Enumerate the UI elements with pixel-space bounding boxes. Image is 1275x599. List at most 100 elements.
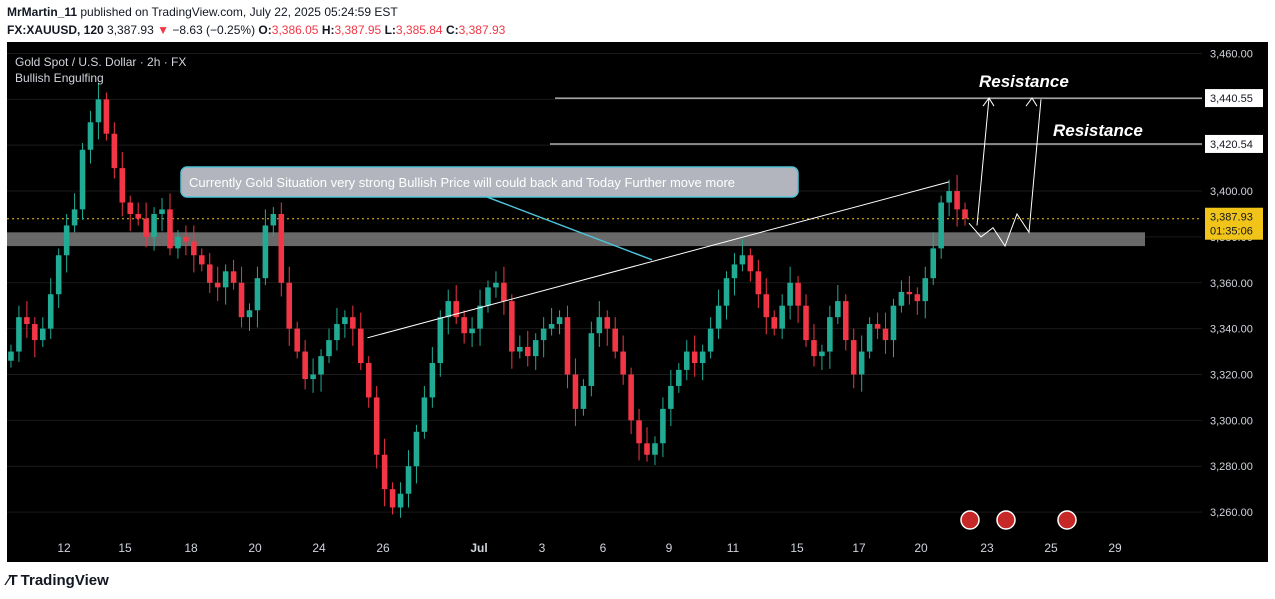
candle-body [87, 122, 94, 150]
candle-body [683, 351, 690, 370]
candle-body [206, 264, 213, 283]
candle-body [755, 271, 762, 295]
y-tick-label: 3,400.00 [1210, 186, 1253, 198]
candle-body [763, 294, 770, 318]
candle-body [691, 351, 698, 364]
y-tick-label: 3,300.00 [1210, 415, 1253, 427]
candle-body [222, 271, 229, 288]
us-flag-event-icon[interactable] [1057, 510, 1077, 530]
candle-body [381, 454, 388, 490]
candle-body [461, 317, 467, 334]
candle-body [358, 328, 364, 364]
candle-body [874, 324, 881, 329]
candle-body [922, 278, 929, 302]
tradingview-logo[interactable]: ⁄T TradingView [7, 572, 109, 589]
candle-body [890, 305, 897, 341]
resistance-price-label: 3,440.55 [1210, 93, 1253, 105]
countdown-label: 01:35:06 [1210, 226, 1253, 238]
candle-body [644, 443, 650, 455]
x-tick-label: 23 [980, 541, 994, 555]
y-tick-label: 3,340.00 [1210, 324, 1253, 336]
author-name[interactable]: MrMartin_11 [7, 5, 77, 19]
price-chart[interactable]: 3,260.00 3,280.00 3,300.00 3,320.00 3,340.00… [7, 42, 1268, 562]
candle-body [707, 328, 714, 352]
candle-body [493, 282, 499, 288]
last-price-label: 3,387.93 [1210, 212, 1253, 224]
candle-body [914, 294, 921, 302]
candle-body [437, 317, 444, 364]
x-tick-label: 26 [376, 541, 390, 555]
x-tick-label: 3 [539, 541, 546, 555]
us-flag-event-icon[interactable] [960, 510, 980, 530]
candle-body [429, 363, 436, 398]
candle-body [676, 369, 682, 386]
candle-body [214, 282, 221, 288]
last-price: 3,387.93 [107, 23, 154, 37]
x-tick-label: 12 [57, 541, 71, 555]
candle-body [103, 99, 110, 134]
candle-body [413, 431, 420, 467]
candle-body [246, 310, 253, 318]
tv-logo-icon: ⁄T [7, 572, 18, 589]
candle-body [779, 305, 785, 329]
candle-body [771, 317, 777, 329]
candle-body [334, 324, 340, 341]
symbol-label[interactable]: FX:XAUUSD, 120 [7, 23, 104, 37]
candle-body [811, 340, 817, 357]
candle-body [302, 351, 308, 380]
candle-body [652, 443, 658, 455]
candle-body [580, 385, 587, 409]
candle-body [32, 324, 38, 341]
candle-body [342, 317, 348, 325]
x-tick-label: 29 [1108, 541, 1122, 555]
candle-body [24, 317, 30, 325]
candle-body [668, 385, 674, 409]
x-tick-label: 15 [790, 541, 804, 555]
candle-body [310, 374, 316, 380]
candle-body [731, 264, 738, 279]
annotation-text: Currently Gold Situation very strong Bul… [189, 175, 735, 190]
candle-body [167, 209, 173, 249]
candle-body [373, 397, 380, 455]
x-tick-label: 15 [118, 541, 132, 555]
candle-body [699, 351, 706, 364]
y-tick-label: 3,260.00 [1210, 507, 1253, 519]
candle-body [628, 374, 634, 421]
open-label: O: [258, 23, 272, 37]
low-value: 3,385.84 [395, 23, 443, 37]
candle-body [739, 255, 746, 265]
candle-body [365, 363, 372, 398]
candle-body [962, 209, 968, 219]
candle-body [445, 301, 452, 318]
chart-background [7, 42, 1268, 562]
candle-body [270, 213, 277, 226]
candle-body [850, 340, 857, 375]
candle-body [262, 225, 269, 279]
publish-date: published on TradingView.com, July 22, 2… [80, 5, 398, 19]
publish-info: MrMartin_11 published on TradingView.com… [7, 5, 398, 19]
candle-body [350, 317, 356, 329]
candle-body [898, 291, 905, 306]
ohlc-bar: FX:XAUUSD, 120 3,387.93 ▼ −8.63 (−0.25%)… [7, 23, 505, 37]
candle-body [71, 209, 78, 226]
candle-body [787, 282, 793, 306]
us-flag-event-icon[interactable] [996, 510, 1016, 530]
candle-body [477, 305, 483, 329]
candle-body [47, 294, 54, 329]
candle-body [906, 291, 913, 295]
candle-body [294, 328, 300, 352]
candle-body [127, 202, 134, 214]
candle-body [79, 149, 86, 210]
candle-body [238, 282, 245, 318]
x-tick-label: Jul [470, 541, 487, 555]
candle-body [517, 346, 523, 352]
candle-body [278, 213, 285, 283]
candle-body [286, 282, 293, 329]
indicator-label: Bullish Engulfing [15, 71, 104, 85]
candle-body [819, 351, 825, 357]
brand-name: TradingView [20, 572, 109, 589]
x-tick-label: 17 [852, 541, 866, 555]
candle-body [858, 351, 865, 375]
candle-body [135, 213, 141, 219]
y-tick-label: 3,280.00 [1210, 461, 1253, 473]
